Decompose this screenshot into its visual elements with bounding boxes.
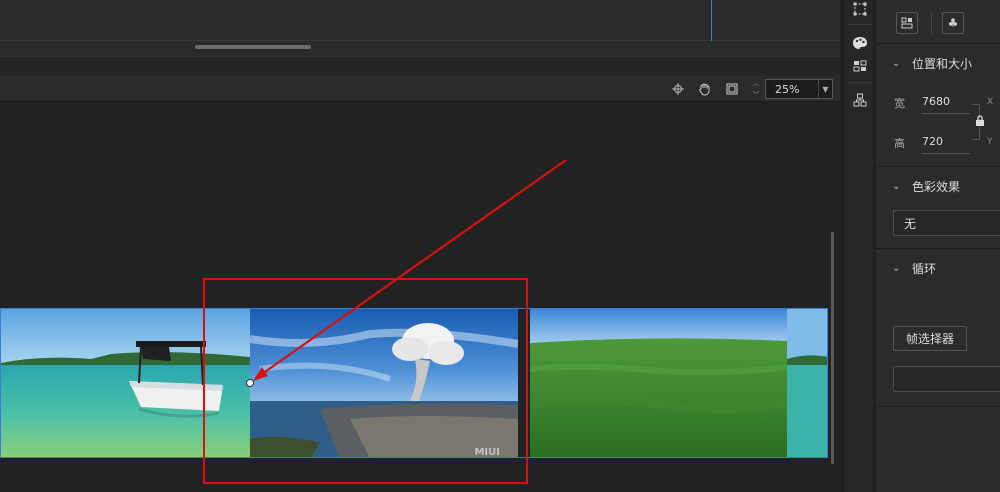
crosshair-icon[interactable] xyxy=(669,80,687,98)
zoom-up-icon[interactable]: ︿ xyxy=(753,79,760,87)
transform-icon[interactable] xyxy=(851,0,869,18)
chevron-down-icon: ⌄ xyxy=(892,180,901,192)
loop-frame-field[interactable] xyxy=(893,366,1000,392)
chevron-down-icon[interactable]: ▼ xyxy=(818,80,832,98)
color-section-title: 色彩效果 xyxy=(912,179,961,194)
club-icon: ♣ xyxy=(947,16,959,30)
hierarchy-icon[interactable] xyxy=(851,91,869,109)
y-axis-label: Y xyxy=(987,137,993,147)
height-field[interactable]: 720 xyxy=(922,135,943,148)
width-label: 宽 xyxy=(894,97,905,110)
loop-section-header[interactable]: ⌄ 循环 xyxy=(876,258,1000,278)
timeline-divider xyxy=(0,40,840,41)
tile-boat-sea-repeat[interactable] xyxy=(787,309,827,457)
zoom-value: 25% xyxy=(775,82,800,96)
canvas-vertical-scrollbar[interactable] xyxy=(831,232,834,464)
panel-separator xyxy=(0,56,840,76)
color-effect-value: 无 xyxy=(904,216,917,231)
height-underline xyxy=(922,153,970,154)
chevron-down-icon: ⌄ xyxy=(892,262,901,274)
tile-green-forest[interactable] xyxy=(530,309,787,457)
frame-icon[interactable] xyxy=(723,80,741,98)
grid-layers-icon[interactable] xyxy=(851,57,869,75)
hand-icon[interactable] xyxy=(696,80,714,98)
preview-toolbar: ︿ ﹀ 25% ▼ xyxy=(0,76,840,102)
width-field[interactable]: 7680 xyxy=(922,95,950,108)
section-divider xyxy=(876,248,1000,249)
top-divider xyxy=(931,12,932,34)
color-section-header[interactable]: ⌄ 色彩效果 xyxy=(876,176,1000,196)
rail-divider xyxy=(848,24,872,25)
tool-icon-rail xyxy=(843,0,875,492)
rail-divider xyxy=(848,82,872,83)
x-axis-label: X xyxy=(987,97,994,107)
chevron-down-icon: ⌄ xyxy=(892,57,901,69)
loop-section-title: 循环 xyxy=(912,261,937,276)
frame-picker-button[interactable]: 帧选择器 xyxy=(893,326,967,351)
props-top-bar: ♣ xyxy=(876,0,1000,44)
zoom-stepper[interactable]: ︿ ﹀ xyxy=(750,79,762,99)
size-section-header[interactable]: ⌄ 位置和大小 xyxy=(876,53,1000,73)
section-divider xyxy=(876,166,1000,167)
lock-icon[interactable] xyxy=(975,115,985,127)
annotation-highlight-box xyxy=(203,278,528,484)
timeline-area[interactable] xyxy=(0,0,840,56)
effects-button[interactable]: ♣ xyxy=(942,12,964,34)
size-section-title: 位置和大小 xyxy=(912,56,973,71)
align-button[interactable] xyxy=(896,12,918,34)
properties-panel: ♣ ⌄ 位置和大小 宽 7680 X 高 720 Y ⌄ 色彩效果 无 ⌄ 循环… xyxy=(876,0,1000,492)
zoom-down-icon[interactable]: ﹀ xyxy=(753,91,760,99)
playhead[interactable] xyxy=(711,0,712,41)
width-underline xyxy=(922,113,970,114)
section-divider xyxy=(876,406,1000,407)
height-label: 高 xyxy=(894,137,905,150)
color-effect-select[interactable]: 无 xyxy=(893,210,1000,236)
timeline-scrollbar[interactable] xyxy=(195,45,311,49)
zoom-select[interactable]: 25% ▼ xyxy=(765,79,833,99)
palette-icon[interactable] xyxy=(851,34,869,52)
